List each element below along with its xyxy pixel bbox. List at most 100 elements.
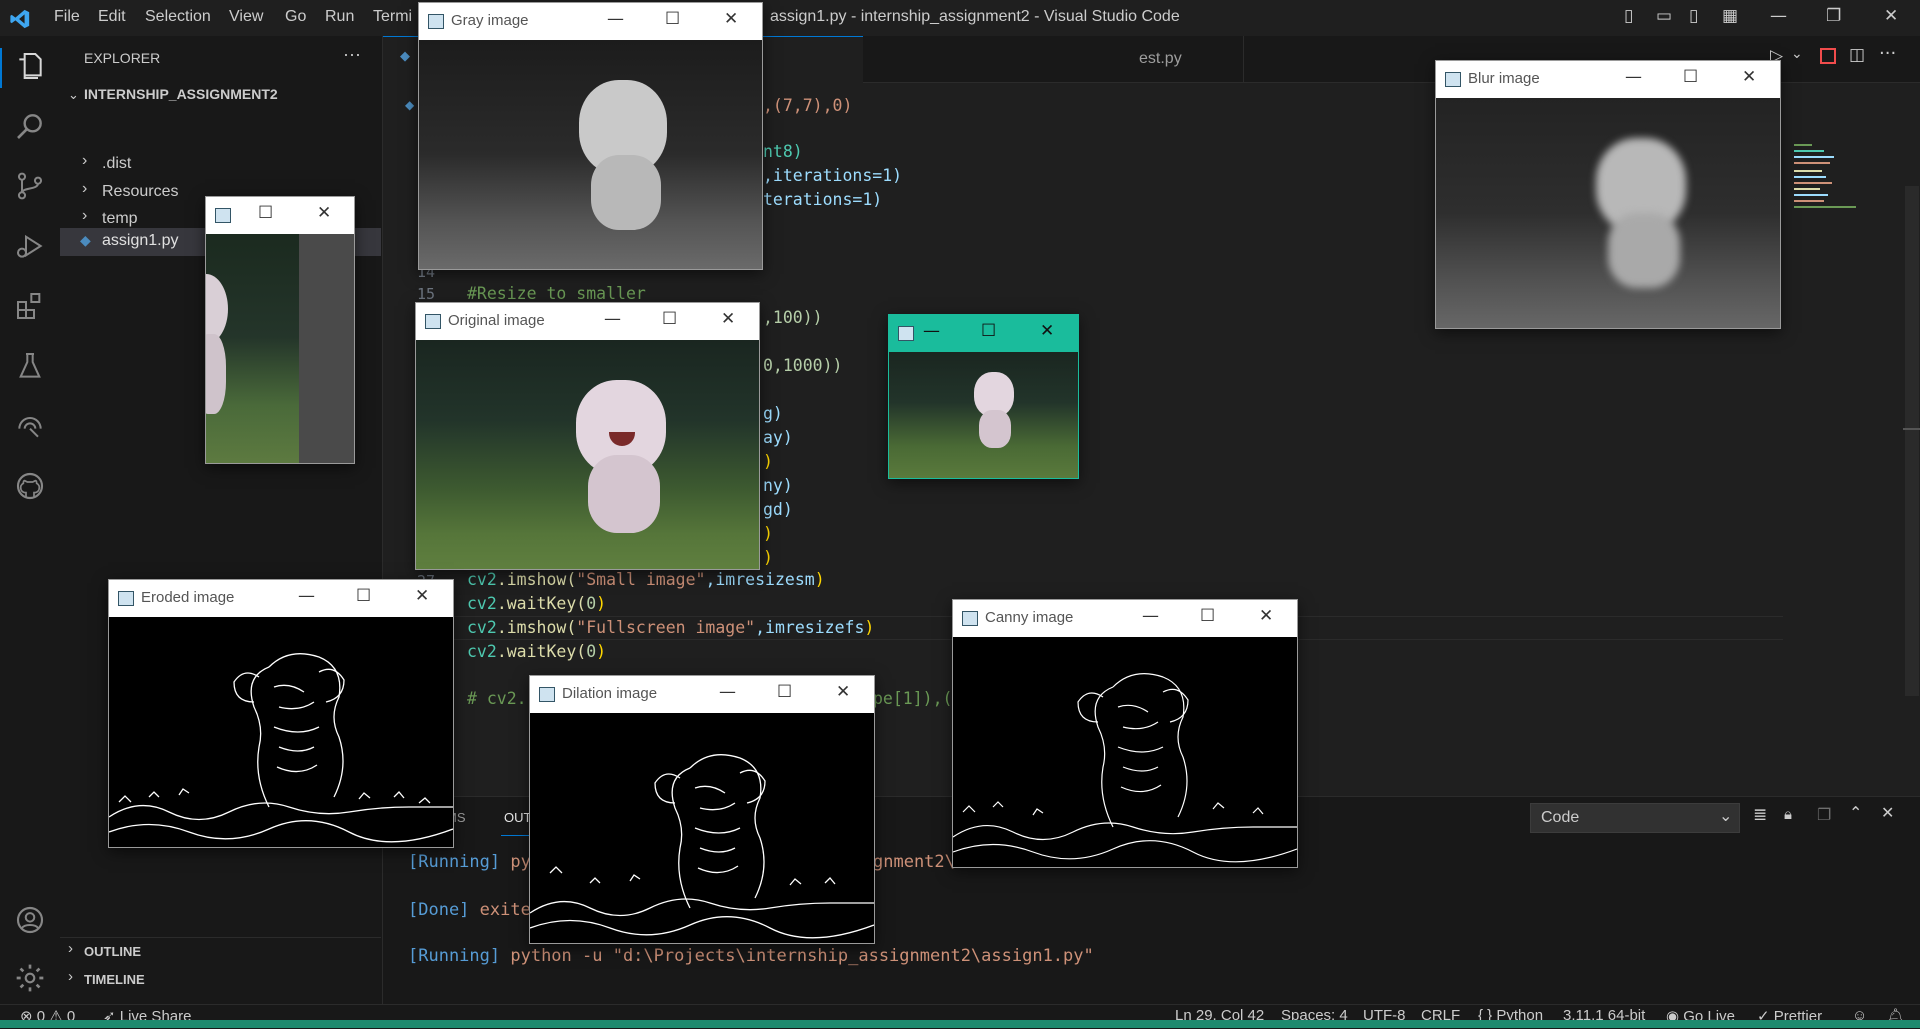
minimap[interactable] (1788, 106, 1878, 226)
tab-output[interactable]: OUT (504, 810, 531, 825)
menu-file[interactable]: File (54, 8, 80, 26)
opencv-window-gray[interactable]: Gray image — ☐ ✕ (418, 2, 763, 270)
lock-scroll-icon[interactable]: 🔒︎ (1784, 805, 1792, 823)
scrollbar-marker (1903, 428, 1920, 430)
run-debug-icon[interactable] (14, 230, 46, 262)
line-number: 15 (417, 285, 436, 303)
menu-go[interactable]: Go (285, 8, 306, 26)
maximize-icon[interactable]: ☐ (981, 321, 996, 341)
close-icon[interactable]: ✕ (1259, 606, 1273, 626)
github-icon[interactable] (14, 470, 46, 502)
minimize-icon[interactable]: — (298, 586, 315, 606)
remote-explorer-icon[interactable] (14, 410, 46, 442)
scrollbar[interactable] (1905, 186, 1919, 696)
minimize-icon[interactable]: — (604, 309, 621, 329)
tab-inactive[interactable]: est.py (863, 36, 1244, 82)
customize-layout-icon[interactable]: ▦ (1722, 6, 1738, 26)
window-titlebar[interactable]: Eroded image — ☐ ✕ (109, 580, 453, 617)
opencv-window-cropped[interactable]: ☐ ✕ (205, 196, 355, 464)
explorer-header: EXPLORER (84, 50, 161, 66)
maximize-icon[interactable]: ☐ (1683, 67, 1698, 87)
workspace-root[interactable]: INTERNSHIP_ASSIGNMENT2 (84, 86, 278, 102)
menu-view[interactable]: View (229, 8, 263, 26)
tree-item-dist[interactable]: › .dist (60, 151, 381, 179)
maximize-panel-icon[interactable]: ⌃ (1849, 803, 1862, 822)
tree-item-label: .dist (102, 155, 132, 172)
tree-item-label: Resources (102, 183, 179, 200)
menu-run[interactable]: Run (325, 8, 354, 26)
close-icon[interactable]: ✕ (721, 309, 735, 329)
editor-more-icon[interactable]: ··· (1879, 43, 1896, 64)
opencv-window-canny[interactable]: Canny image — ☐ ✕ (952, 599, 1298, 868)
close-icon[interactable]: ✕ (1884, 6, 1898, 26)
toggle-panel-icon[interactable]: ▭ (1656, 6, 1672, 26)
settings-gear-icon[interactable] (14, 962, 46, 994)
opencv-window-original[interactable]: Original image — ☐ ✕ (415, 302, 760, 570)
image-canvas (416, 340, 759, 569)
toggle-secondary-sidebar-icon[interactable]: ▯ (1689, 6, 1698, 26)
close-icon[interactable]: ✕ (1742, 67, 1756, 87)
code-fragment: ,100)) (763, 308, 823, 327)
close-icon[interactable]: ✕ (415, 586, 429, 606)
window-titlebar[interactable]: ☐ ✕ (206, 197, 354, 234)
taskbar-strip (0, 1020, 1920, 1028)
window-title: Canny image (985, 609, 1074, 626)
testing-icon[interactable] (14, 350, 46, 382)
chevron-down-icon[interactable]: ⌄ (68, 87, 79, 103)
extensions-icon[interactable] (14, 290, 46, 322)
close-icon[interactable]: ✕ (724, 9, 738, 29)
app-icon (539, 687, 555, 702)
minimize-icon[interactable]: — (1770, 6, 1787, 26)
accounts-icon[interactable] (14, 904, 46, 936)
minimize-icon[interactable]: — (607, 9, 624, 29)
menu-terminal[interactable]: Termi (373, 8, 412, 26)
run-dropdown-icon[interactable]: ⌄ (1791, 46, 1803, 62)
window-titlebar[interactable]: Canny image — ☐ ✕ (953, 600, 1297, 637)
opencv-window-blur[interactable]: Blur image — ☐ ✕ (1435, 60, 1781, 329)
window-titlebar[interactable]: — ☐ ✕ (889, 315, 1078, 352)
timeline-section[interactable]: › TIMELINE (60, 968, 381, 992)
output-channel-select[interactable]: Code ⌄ (1530, 803, 1740, 833)
toggle-sidebar-icon[interactable]: ▯ (1624, 6, 1633, 26)
window-titlebar[interactable]: Original image — ☐ ✕ (416, 303, 759, 340)
activity-bar (0, 36, 61, 1004)
outline-section[interactable]: › OUTLINE (60, 940, 381, 964)
maximize-icon[interactable]: ☐ (662, 309, 677, 329)
image-canvas (530, 713, 874, 943)
opencv-window-eroded[interactable]: Eroded image — ☐ ✕ (108, 579, 454, 848)
search-icon[interactable] (14, 110, 46, 142)
close-icon[interactable]: ✕ (836, 682, 850, 702)
window-titlebar[interactable]: Blur image — ☐ ✕ (1436, 61, 1780, 98)
menu-selection[interactable]: Selection (145, 8, 211, 26)
more-actions-icon[interactable]: ··· (343, 44, 361, 65)
maximize-icon[interactable]: ☐ (665, 9, 680, 29)
source-control-icon[interactable] (14, 170, 46, 202)
window-title: Original image (448, 312, 545, 329)
minimize-icon[interactable]: — (923, 321, 940, 341)
minimize-icon[interactable]: — (1142, 606, 1159, 626)
stop-icon[interactable] (1820, 48, 1836, 64)
menu-edit[interactable]: Edit (98, 8, 126, 26)
close-icon[interactable]: ✕ (1040, 321, 1054, 341)
window-titlebar[interactable]: Dilation image — ☐ ✕ (530, 676, 874, 713)
code-line: cv2.waitKey(0) (467, 594, 607, 613)
opencv-window-small[interactable]: — ☐ ✕ (888, 314, 1079, 479)
maximize-icon[interactable]: ☐ (258, 203, 273, 223)
minimize-icon[interactable]: — (719, 682, 736, 702)
minimize-icon[interactable]: — (1625, 67, 1642, 87)
app-icon (428, 14, 444, 29)
split-editor-icon[interactable]: ◫ (1849, 45, 1865, 65)
window-titlebar[interactable]: Gray image — ☐ ✕ (419, 3, 762, 40)
clear-output-icon[interactable]: ≣ (1753, 805, 1767, 825)
close-panel-icon[interactable]: ✕ (1881, 803, 1894, 822)
maximize-icon[interactable]: ☐ (777, 682, 792, 702)
explorer-icon[interactable] (14, 50, 46, 82)
code-fragment: gd) (763, 500, 793, 519)
close-icon[interactable]: ✕ (317, 203, 331, 223)
active-indicator (0, 48, 2, 88)
open-in-editor-icon[interactable]: ❐ (1817, 805, 1831, 824)
restore-icon[interactable]: ❐ (1826, 6, 1841, 26)
maximize-icon[interactable]: ☐ (356, 586, 371, 606)
maximize-icon[interactable]: ☐ (1200, 606, 1215, 626)
opencv-window-dilation[interactable]: Dilation image — ☐ ✕ (529, 675, 875, 944)
